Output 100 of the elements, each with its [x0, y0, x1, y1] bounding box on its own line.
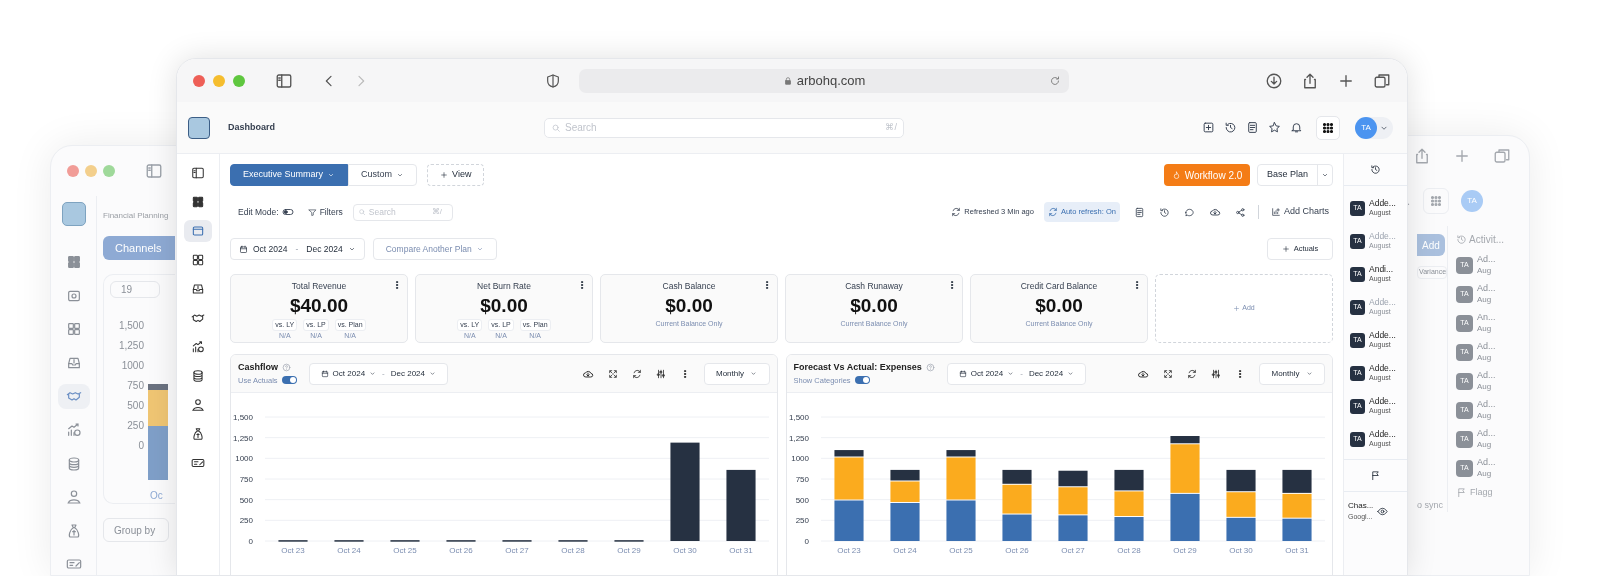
- flag-icon[interactable]: [1370, 470, 1381, 481]
- kpi-title: Net Burn Rate: [477, 280, 531, 293]
- date-from: Oct 2024: [253, 242, 288, 256]
- caret-icon: [1305, 370, 1313, 377]
- view-tab[interactable]: Custom: [348, 164, 418, 186]
- sliders-icon[interactable]: [655, 368, 666, 379]
- document-icon[interactable]: [1246, 121, 1259, 134]
- grid-icon: [191, 195, 205, 209]
- comment-icon[interactable]: [1183, 206, 1195, 218]
- bar: [1169, 493, 1200, 541]
- date-separator: -: [295, 242, 299, 256]
- calendar-icon: [239, 244, 248, 254]
- date-to: Dec 2024: [1028, 367, 1064, 380]
- reload-icon[interactable]: [1049, 74, 1061, 87]
- axis-tick-label: 500: [127, 400, 144, 412]
- activity-title: Andi...: [1369, 264, 1394, 274]
- date-from: Oct 2024: [332, 367, 366, 380]
- refresh-icon[interactable]: [631, 368, 642, 379]
- expand-icon[interactable]: [607, 368, 618, 379]
- add-view-button[interactable]: View: [427, 164, 485, 186]
- plan-select-label: Base Plan: [1266, 168, 1309, 182]
- edit-mode-toggle[interactable]: Edit Mode:: [238, 205, 294, 219]
- date-separator: -: [382, 367, 385, 380]
- share-icon[interactable]: [1234, 206, 1246, 218]
- star-icon[interactable]: [1268, 121, 1281, 134]
- axis-tick-label: 0: [804, 537, 809, 546]
- caret-icon: [396, 171, 405, 179]
- period-select[interactable]: Monthly: [703, 362, 770, 385]
- document-icon[interactable]: [1133, 206, 1145, 218]
- date-range-picker[interactable]: Oct 2024 - Dec 2024: [308, 362, 448, 385]
- sidebar-panel-icon: [191, 166, 205, 180]
- caret-icon: [347, 245, 356, 253]
- axis-tick-label: Oct 31: [729, 546, 753, 555]
- handshake-icon: [191, 311, 205, 325]
- add-icon[interactable]: [1202, 121, 1215, 134]
- compare-plan-select[interactable]: Compare Another Plan: [372, 238, 497, 260]
- plus-icon: [440, 171, 449, 179]
- caret-icon: [429, 370, 436, 377]
- date-range-picker[interactable]: Oct 2024 - Dec 2024: [946, 362, 1087, 385]
- person-coin-icon: [191, 398, 205, 412]
- add-charts-button[interactable]: Add Charts: [1270, 205, 1329, 219]
- grid-outline-icon: [191, 253, 205, 267]
- kpi-value: $0.00: [480, 293, 528, 318]
- expand-icon[interactable]: [1163, 368, 1173, 379]
- tabs-icon[interactable]: [1373, 71, 1391, 90]
- sidebar-toggle-icon[interactable]: [145, 162, 163, 180]
- downloads-icon[interactable]: [1265, 71, 1283, 90]
- card-icon: [191, 224, 205, 238]
- axis-tick-label: 1,250: [232, 433, 253, 443]
- period-select[interactable]: Monthly: [1259, 362, 1325, 385]
- toggle-switch[interactable]: [854, 376, 870, 385]
- apps-icon: [1429, 194, 1443, 208]
- axis-tick-label: Oct 28: [561, 546, 585, 555]
- apps-button[interactable]: [1316, 115, 1340, 140]
- history-icon[interactable]: [1158, 206, 1170, 218]
- axis-tick-label: 250: [239, 516, 253, 526]
- axis-tick-label: Oct 24: [337, 546, 361, 555]
- view-tab[interactable]: Executive Summary: [230, 164, 349, 186]
- app-logo[interactable]: [187, 116, 210, 139]
- bar: [726, 469, 756, 541]
- caret-icon: [1007, 370, 1015, 377]
- user-avatar: TA: [1355, 116, 1377, 139]
- page-title: Financial Planning: [103, 210, 169, 222]
- search-icon: [551, 122, 561, 133]
- axis-tick-label: Oct 26: [449, 546, 473, 555]
- share-icon[interactable]: [1301, 71, 1319, 90]
- date-range-picker[interactable]: Oct 2024 - Dec 2024: [230, 238, 365, 260]
- axis-tick-label: 750: [239, 475, 253, 484]
- kpi-value: $40.00: [289, 293, 349, 318]
- cloud-download-icon[interactable]: [1208, 206, 1221, 218]
- refresh-icon[interactable]: [1187, 368, 1197, 379]
- activity-title: Ad...: [1477, 457, 1496, 468]
- search-icon: [357, 208, 366, 216]
- filters-button[interactable]: Filters: [307, 205, 343, 219]
- kpi-value: $0.00: [850, 293, 898, 318]
- notification-icon[interactable]: [1290, 121, 1303, 134]
- sidebar-toggle-icon[interactable]: [275, 71, 293, 90]
- axis-tick-label: Oct 27: [1060, 546, 1085, 555]
- eye-icon[interactable]: [1377, 505, 1389, 517]
- bar: [1281, 518, 1312, 541]
- activity-date: Aug: [1477, 439, 1493, 450]
- axis-tick-label: Oct 30: [1228, 546, 1253, 555]
- calendar-icon: [958, 369, 967, 378]
- chart-icon: [1270, 207, 1281, 217]
- plan-select[interactable]: Base Plan: [1257, 164, 1333, 186]
- activity-title: Adde...: [1369, 297, 1396, 307]
- date-to: Dec 2024: [390, 367, 425, 380]
- kpi-title: Cash Runaway: [845, 280, 903, 293]
- kpi-value: $0.00: [665, 293, 713, 318]
- history-icon[interactable]: [1370, 164, 1381, 175]
- axis-tick-label: 0: [248, 537, 253, 546]
- search-input[interactable]: Search: [565, 120, 882, 135]
- toggle-switch[interactable]: [281, 376, 297, 385]
- history-icon: [1456, 234, 1467, 245]
- bar: [945, 500, 976, 541]
- history-icon[interactable]: [1224, 121, 1237, 134]
- address-bar[interactable]: arbohq.com: [579, 68, 1069, 93]
- privacy-shield-icon[interactable]: [545, 72, 561, 89]
- bar: [833, 500, 864, 541]
- sliders-icon[interactable]: [1211, 368, 1221, 379]
